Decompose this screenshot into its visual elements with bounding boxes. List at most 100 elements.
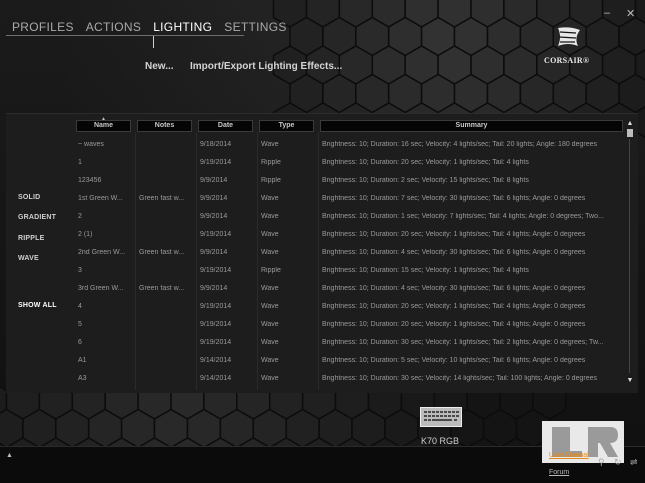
hexagon-decoration <box>405 46 438 84</box>
cell-name: 123456 <box>78 177 133 184</box>
table-row[interactable]: 2 9/9/2014 Wave Brightness: 10; Duration: 1… <box>76 208 623 226</box>
cell-date: 9/19/2014 <box>200 231 256 238</box>
forum-link[interactable]: Forum <box>549 469 569 476</box>
minimize-button[interactable]: – <box>604 7 610 19</box>
hexagon-decoration <box>455 75 488 113</box>
close-button[interactable]: ✕ <box>626 7 635 20</box>
collapse-up-icon[interactable]: ▲ <box>6 452 13 459</box>
hexagon-decoration <box>56 410 89 448</box>
sidebar-item-ripple[interactable]: RIPPLE <box>18 235 44 242</box>
column-header-name[interactable]: Name <box>76 120 131 132</box>
table-row[interactable]: 69/19/2014WaveBrightness: 10; Duration: … <box>76 334 623 352</box>
cell-date: 9/14/2014 <box>200 375 256 382</box>
hexagon-decoration <box>488 18 521 56</box>
cell-summary: Brightness: 10; Duration: 15 sec; Veloci… <box>322 267 621 274</box>
import-export-button[interactable]: Import/Export Lighting Effects... <box>190 61 342 72</box>
hexagon-decoration <box>389 18 422 56</box>
cell-date: 9/14/2014 <box>200 357 256 364</box>
cell-type: Wave <box>261 231 317 238</box>
cell-summary: Brightness: 10; Duration: 20 sec; Veloci… <box>322 231 621 238</box>
scroll-track[interactable] <box>629 139 630 373</box>
cell-type: Wave <box>261 213 317 220</box>
table-row[interactable]: 3rd Green W...Green fast w...9/9/2014Wav… <box>76 280 623 298</box>
hexagon-decoration <box>372 46 405 84</box>
table-row[interactable]: 19/19/2014RippleBrightness: 10; Duration… <box>76 154 623 172</box>
table-row[interactable]: 2nd Green W...Green fast w...9/9/2014Wav… <box>76 244 623 262</box>
hexagon-decoration <box>356 18 389 56</box>
cell-type: Wave <box>261 321 317 328</box>
hexagon-decoration <box>356 75 389 113</box>
column-header-type[interactable]: Type <box>259 120 314 132</box>
cell-date: 9/19/2014 <box>200 303 256 310</box>
cell-type: Wave <box>261 141 317 148</box>
column-header-notes[interactable]: Notes <box>137 120 192 132</box>
hexagon-decoration <box>484 410 517 448</box>
scroll-thumb[interactable] <box>627 129 633 137</box>
cell-name: 2nd Green W... <box>78 249 133 256</box>
table-row[interactable]: 2 (1)9/19/2014WaveBrightness: 10; Durati… <box>76 226 623 244</box>
scroll-down-icon[interactable]: ▼ <box>626 376 634 385</box>
cell-type: Wave <box>261 375 317 382</box>
column-header-date[interactable]: Date <box>198 120 253 132</box>
cell-name: 2 <box>78 213 133 220</box>
cell-name: 6 <box>78 339 133 346</box>
hexagon-decoration <box>290 75 323 113</box>
table-row[interactable]: 1234569/9/2014RippleBrightness: 10; Dura… <box>76 172 623 190</box>
cell-notes: Green fast w... <box>139 249 192 256</box>
user-manual-link[interactable]: User Manual <box>549 452 589 459</box>
cell-summary: Brightness: 10; Duration: 20 sec; Veloci… <box>322 321 621 328</box>
hexagon-decoration <box>290 18 323 56</box>
cell-name: ~ waves <box>78 141 133 148</box>
table-row[interactable]: ~ waves9/18/2014WaveBrightness: 10; Dura… <box>76 136 623 154</box>
new-button[interactable]: New... <box>145 61 174 72</box>
cell-date: 9/19/2014 <box>200 159 256 166</box>
tab-profiles[interactable]: PROFILES <box>6 20 80 36</box>
tab-settings[interactable]: SETTINGS <box>218 20 292 36</box>
table-row[interactable]: 59/19/2014WaveBrightness: 10; Duration: … <box>76 316 623 334</box>
refresh-tray-icon[interactable]: ↻ <box>614 457 622 468</box>
cell-summary: Brightness: 10; Duration: 20 sec; Veloci… <box>322 303 621 310</box>
tab-actions[interactable]: ACTIONS <box>80 20 147 36</box>
hexagon-decoration <box>122 410 155 448</box>
cell-type: Ripple <box>261 177 317 184</box>
table-row[interactable]: 1st Green W...Green fast w...9/9/2014Wav… <box>76 190 623 208</box>
hexagon-decoration <box>619 18 645 56</box>
cell-summary: Brightness: 10; Duration: 2 sec; Velocit… <box>322 177 621 184</box>
sidebar-item-solid[interactable]: SOLID <box>18 194 40 201</box>
keyboard-device-icon[interactable] <box>420 407 462 427</box>
table-row[interactable]: 49/19/2014WaveBrightness: 10; Duration: … <box>76 298 623 316</box>
cell-name: 3 <box>78 267 133 274</box>
cell-date: 9/9/2014 <box>200 213 256 220</box>
hexagon-decoration <box>155 410 188 448</box>
tab-lighting[interactable]: LIGHTING <box>147 20 218 36</box>
sidebar-item-show-all[interactable]: SHOW ALL <box>18 302 57 309</box>
table-row[interactable]: A39/14/2014WaveBrightness: 10; Duration:… <box>76 370 623 388</box>
hexagon-decoration <box>23 410 56 448</box>
hexagon-decoration <box>0 410 23 448</box>
hexagon-decoration <box>455 18 488 56</box>
scroll-up-icon[interactable]: ▲ <box>626 119 634 128</box>
cell-type: Ripple <box>261 159 317 166</box>
hexagon-decoration <box>372 0 405 27</box>
sidebar-item-gradient[interactable]: GRADIENT <box>18 214 56 221</box>
table-row[interactable]: 39/19/2014RippleBrightness: 10; Duration… <box>76 262 623 280</box>
search-tray-icon[interactable]: ⚲ <box>598 457 605 468</box>
cell-summary: Brightness: 10; Duration: 4 sec; Velocit… <box>322 249 621 256</box>
cell-type: Wave <box>261 357 317 364</box>
table-row[interactable]: A19/14/2014WaveBrightness: 10; Duration:… <box>76 352 623 370</box>
cell-summary: Brightness: 10; Duration: 5 sec; Velocit… <box>322 357 621 364</box>
hexagon-decoration <box>603 46 636 84</box>
cell-notes: Green fast w... <box>139 195 192 202</box>
hexagon-decoration <box>307 0 340 27</box>
cell-summary: Brightness: 10; Duration: 16 sec; Veloci… <box>322 141 621 148</box>
hexagon-decoration <box>389 75 422 113</box>
cell-notes: Green fast w... <box>139 285 192 292</box>
cell-summary: Brightness: 10; Duration: 1 sec; Velocit… <box>322 213 621 220</box>
sidebar-item-wave[interactable]: WAVE <box>18 255 39 262</box>
table-scrollbar[interactable]: ▲ ▼ <box>626 119 634 386</box>
column-header-summary[interactable]: Summary <box>320 120 623 132</box>
hexagon-decoration <box>405 0 438 27</box>
switch-tray-icon[interactable]: ⇌ <box>630 457 638 468</box>
active-tab-marker <box>153 36 154 48</box>
hexagon-decoration <box>504 0 537 27</box>
